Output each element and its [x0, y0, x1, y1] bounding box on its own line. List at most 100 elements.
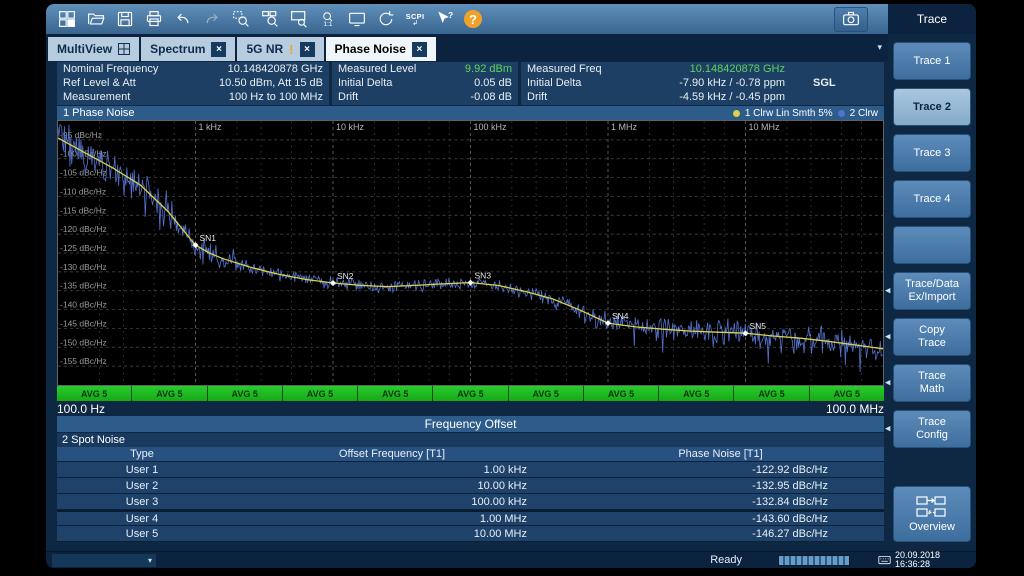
status-dropdown[interactable]: ▾	[52, 554, 156, 567]
close-tab-icon[interactable]: ×	[412, 42, 427, 57]
softkey-trace-3[interactable]: Trace 3	[893, 134, 971, 172]
svg-text:-150 dBc/Hz: -150 dBc/Hz	[60, 337, 107, 347]
softkey-label: Trace	[918, 370, 946, 383]
camera-icon	[841, 10, 861, 28]
svg-text:?: ?	[448, 11, 453, 20]
softkey-panel: Trace Trace 1 Trace 2 Trace 3 Trace 4 ◀T…	[888, 4, 976, 568]
svg-text:-120 dBc/Hz: -120 dBc/Hz	[60, 224, 107, 234]
info-value: 10.148420878 GHz	[228, 63, 323, 76]
softkey-label: Copy	[919, 324, 945, 337]
softkey-label: Math	[920, 383, 944, 396]
restart-measurement-button[interactable]	[373, 7, 399, 32]
avg-indicator: AVG 5	[810, 386, 884, 401]
display-button[interactable]	[344, 7, 370, 32]
softkey-label: Trace 1	[914, 55, 951, 68]
avg-indicator: AVG 5	[283, 386, 358, 401]
table-row[interactable]: User 1 1.00 kHz -122.92 dBc/Hz	[57, 462, 884, 478]
measurement-info-bar: Nominal Frequency 10.148420878 GHz Ref Le…	[57, 62, 884, 105]
table-header-row: Type Offset Frequency [T1] Phase Noise […	[57, 447, 884, 462]
info-label: Drift	[527, 91, 627, 104]
table-row[interactable]: User 5 10.00 MHz -146.27 dBc/Hz	[57, 526, 884, 542]
main-area: 1:1 SCPI↲ ? ? MultiView Spectrum × 5G NR…	[46, 4, 888, 568]
help-pointer-icon: ?	[435, 10, 453, 28]
datetime-block: 20.09.201816:36:28	[878, 551, 970, 569]
softkey-label: Trace/Data	[905, 278, 959, 291]
spot-noise-title: 2 Spot Noise	[62, 434, 125, 446]
softkey-trace-data-ex-import[interactable]: ◀Trace/DataEx/Import	[893, 272, 971, 310]
cell-type: User 5	[57, 528, 227, 540]
avg-indicator: AVG 5	[208, 386, 283, 401]
undo-button[interactable]	[170, 7, 196, 32]
cell-offset: 1.00 MHz	[227, 513, 557, 525]
softkey-trace-4[interactable]: Trace 4	[893, 180, 971, 218]
window-title: 1 Phase Noise	[63, 107, 135, 119]
info-panel-level[interactable]: Measured Level9.92 dBm Initial Delta0.05…	[332, 62, 518, 105]
zoom-multi-button[interactable]	[257, 7, 283, 32]
cell-noise: -143.60 dBc/Hz	[557, 513, 884, 525]
phase-noise-plot: -95 dBc/Hz-100 dBc/Hz-105 dBc/Hz-110 dBc…	[58, 121, 883, 385]
status-ready-label: Ready	[710, 554, 742, 566]
info-value: -4.59 kHz / -0.45 ppm	[627, 91, 785, 104]
tab-spectrum[interactable]: Spectrum ×	[141, 37, 235, 61]
stop-frequency: 100.0 MHz	[826, 402, 884, 416]
softkey-copy-trace[interactable]: ◀CopyTrace	[893, 318, 971, 356]
info-label: Ref Level & Att	[63, 77, 136, 90]
svg-text:10 kHz: 10 kHz	[336, 122, 365, 132]
avg-indicator: AVG 5	[132, 386, 207, 401]
save-button[interactable]	[112, 7, 138, 32]
info-value: 9.92 dBm	[465, 63, 512, 76]
info-value: -7.90 kHz / -0.78 ppm	[627, 77, 785, 90]
avg-indicator: AVG 5	[358, 386, 433, 401]
tab-multiview[interactable]: MultiView	[48, 37, 139, 61]
zoom-1to1-button[interactable]: 1:1	[315, 7, 341, 32]
close-tab-icon[interactable]: ×	[211, 42, 226, 57]
info-label: Nominal Frequency	[63, 63, 158, 76]
submenu-arrow-icon: ◀	[885, 377, 890, 390]
table-row[interactable]: User 2 10.00 kHz -132.95 dBc/Hz	[57, 478, 884, 494]
redo-icon	[203, 10, 221, 28]
help-icon: ?	[464, 10, 482, 28]
softkey-overview[interactable]: Overview	[893, 486, 971, 542]
status-time: 16:36:28	[895, 560, 940, 568]
info-label: Measured Level	[338, 63, 416, 76]
close-tab-icon[interactable]: ×	[300, 42, 315, 57]
context-help-button[interactable]: ?	[431, 7, 457, 32]
softkey-label: Overview	[909, 521, 955, 534]
redo-button[interactable]	[199, 7, 225, 32]
overview-flow-icon	[915, 495, 949, 519]
screenshot-button[interactable]	[834, 7, 868, 32]
chevron-down-icon[interactable]: ▾	[877, 42, 882, 53]
info-label: Drift	[338, 91, 358, 104]
info-panel-measured-freq[interactable]: Measured Freq10.148420878 GHz Initial De…	[521, 62, 884, 105]
svg-text:10 MHz: 10 MHz	[749, 122, 781, 132]
multiview-grid-icon	[118, 43, 130, 55]
help-button[interactable]: ?	[460, 7, 486, 32]
softkey-trace-math[interactable]: ◀TraceMath	[893, 364, 971, 402]
tab-bar: MultiView Spectrum × 5G NR ! × Phase Noi…	[46, 34, 888, 61]
average-count-bar: AVG 5AVG 5AVG 5AVG 5AVG 5AVG 5AVG 5AVG 5…	[57, 386, 884, 401]
softkey-trace-1[interactable]: Trace 1	[893, 42, 971, 80]
table-row[interactable]: User 4 1.00 MHz -143.60 dBc/Hz	[57, 510, 884, 526]
softkey-label: Ex/Import	[908, 291, 955, 304]
scpi-recorder-button[interactable]: SCPI↲	[402, 7, 428, 32]
open-file-button[interactable]	[83, 7, 109, 32]
table-row[interactable]: User 3 100.00 kHz -132.84 dBc/Hz	[57, 494, 884, 510]
tab-phase-noise[interactable]: Phase Noise ×	[326, 37, 436, 61]
softkey-menu-title: Trace	[888, 4, 976, 34]
softkey-trace-config[interactable]: ◀TraceConfig	[893, 410, 971, 448]
softkey-trace-2[interactable]: Trace 2	[893, 88, 971, 126]
info-panel-frequency[interactable]: Nominal Frequency 10.148420878 GHz Ref Le…	[57, 62, 329, 105]
x-axis-label: Frequency Offset	[425, 417, 517, 431]
phase-noise-chart[interactable]: -95 dBc/Hz-100 dBc/Hz-105 dBc/Hz-110 dBc…	[57, 120, 884, 386]
avg-indicator: AVG 5	[659, 386, 734, 401]
print-button[interactable]	[141, 7, 167, 32]
cell-type: User 2	[57, 480, 227, 492]
spot-noise-table: Type Offset Frequency [T1] Phase Noise […	[57, 447, 884, 542]
softkey-blank[interactable]	[893, 226, 971, 264]
zoom-area-button[interactable]	[228, 7, 254, 32]
svg-text:100 kHz: 100 kHz	[474, 122, 508, 132]
tab-5g-nr[interactable]: 5G NR ! ×	[237, 37, 323, 61]
window-layout-button[interactable]	[54, 7, 80, 32]
zoom-overview-button[interactable]	[286, 7, 312, 32]
svg-text:-115 dBc/Hz: -115 dBc/Hz	[60, 205, 106, 215]
